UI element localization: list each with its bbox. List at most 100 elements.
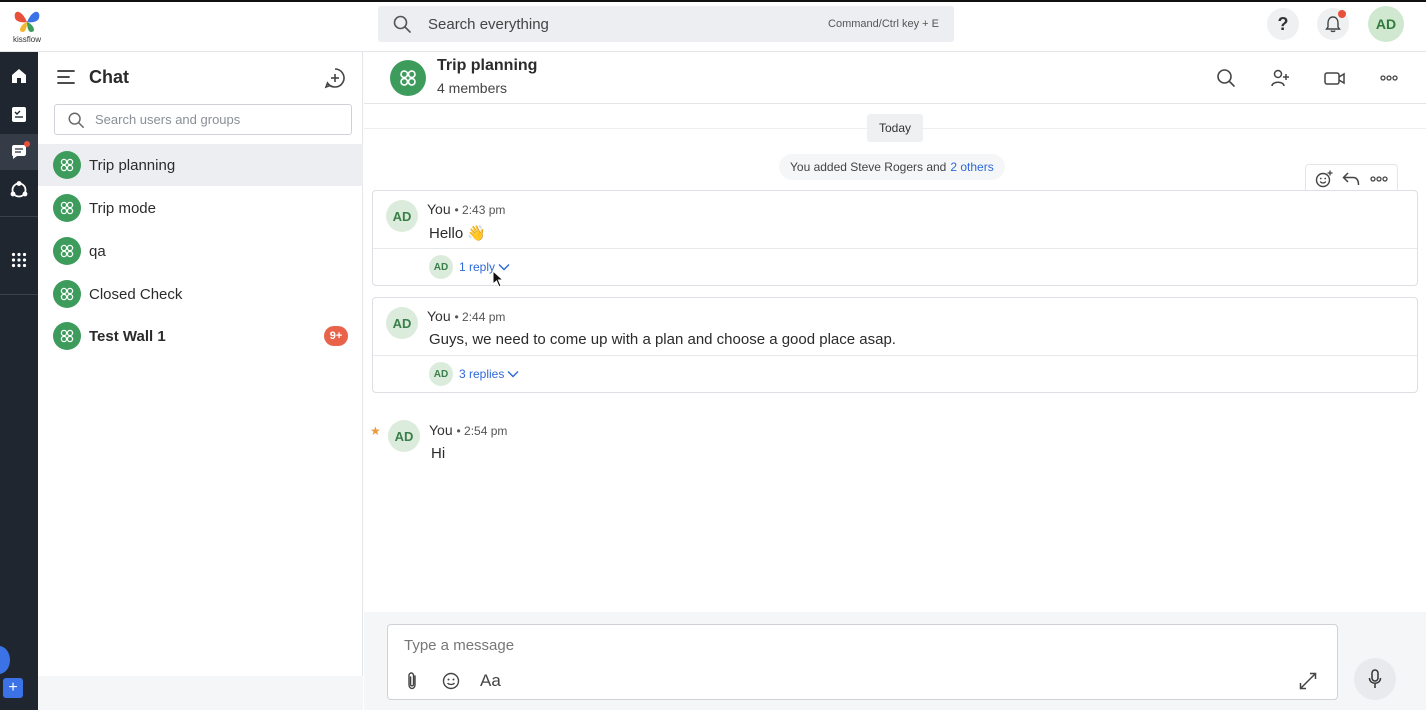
add-member-button[interactable] — [1268, 66, 1292, 90]
chat-item-trip-planning[interactable]: Trip planning — [38, 144, 363, 186]
thread-replies-row[interactable]: AD 3 replies — [373, 356, 1417, 392]
replies-count: 3 replies — [459, 367, 505, 381]
message-text: Guys, we need to come up with a plan and… — [429, 331, 896, 348]
chat-unread-dot — [24, 141, 30, 147]
group-icon — [60, 201, 74, 215]
rail-home[interactable] — [0, 58, 38, 94]
user-avatar[interactable]: AD — [1368, 6, 1404, 42]
video-call-button[interactable] — [1323, 66, 1347, 90]
others-link[interactable]: 2 others — [950, 160, 993, 174]
menu-icon[interactable] — [57, 69, 75, 85]
message-body: AD You • 2:44 pm Guys, we need to come u… — [373, 298, 1417, 356]
left-rail: + — [0, 52, 38, 710]
bell-icon — [1325, 16, 1341, 33]
member-count[interactable]: 4 members — [437, 80, 507, 96]
search-conversation-button[interactable] — [1214, 66, 1238, 90]
tasks-icon — [12, 107, 26, 122]
rail-tasks[interactable] — [0, 96, 38, 132]
chat-item-label: Trip planning — [89, 156, 176, 174]
logo-text: kissflow — [12, 35, 41, 44]
group-icon — [400, 70, 416, 86]
chat-item-trip-mode[interactable]: Trip mode — [38, 187, 363, 229]
search-icon — [68, 112, 84, 128]
message-card[interactable]: AD You • 2:44 pm Guys, we need to come u… — [372, 297, 1418, 393]
message-card[interactable]: AD You • 2:43 pm Hello 👋 AD 1 reply — [372, 190, 1418, 286]
rail-integrations[interactable] — [0, 172, 38, 208]
chat-item-label: Closed Check — [89, 285, 183, 303]
notifications-button[interactable] — [1317, 8, 1349, 40]
message-time: • 2:44 pm — [454, 310, 506, 324]
group-avatar — [53, 237, 81, 265]
help-button[interactable]: ? — [1267, 8, 1299, 40]
chat-search-placeholder: Search users and groups — [95, 112, 241, 127]
group-icon — [60, 287, 74, 301]
chevron-down-icon — [507, 371, 519, 378]
group-avatar — [53, 151, 81, 179]
message-body: AD You • 2:43 pm Hello 👋 — [373, 191, 1417, 249]
chat-panel-title: Chat — [89, 67, 129, 87]
global-search[interactable]: Search everything Command/Ctrl key + E — [378, 6, 954, 42]
chat-panel-header: Chat — [38, 52, 363, 102]
add-user-icon — [1271, 69, 1289, 87]
more-options-button[interactable] — [1377, 66, 1401, 90]
emoji-icon — [442, 672, 460, 690]
chat-item-test-wall-1[interactable]: Test Wall 1 9+ — [38, 315, 363, 357]
integrations-icon — [10, 181, 28, 198]
chat-item-label: Test Wall 1 — [89, 327, 166, 345]
group-icon — [60, 158, 74, 172]
sender-avatar[interactable]: AD — [386, 200, 418, 232]
message-sender: You • 2:44 pm — [427, 308, 505, 324]
chat-panel-footer — [38, 676, 363, 710]
sender-avatar[interactable]: AD — [388, 420, 420, 452]
video-camera-icon — [1324, 72, 1345, 85]
reply-icon[interactable] — [1342, 171, 1360, 187]
group-avatar — [53, 280, 81, 308]
search-icon — [393, 15, 411, 33]
chat-item-closed-check[interactable]: Closed Check — [38, 273, 363, 315]
rail-add-button[interactable]: + — [3, 678, 23, 698]
more-horizontal-icon — [1380, 75, 1398, 81]
message-time: • 2:43 pm — [454, 203, 506, 217]
group-avatar — [53, 194, 81, 222]
expand-icon — [1299, 672, 1317, 690]
chat-item-label: Trip mode — [89, 199, 156, 217]
message-composer[interactable]: Type a message Aa — [387, 624, 1338, 700]
emoji-button[interactable] — [442, 669, 460, 693]
attach-button[interactable] — [404, 669, 420, 693]
conversation-avatar[interactable] — [390, 60, 426, 96]
replies-link[interactable]: 3 replies — [459, 367, 519, 381]
chat-list-panel: Chat Search users and groups Trip planni… — [38, 52, 363, 710]
rail-apps[interactable] — [0, 242, 38, 278]
rail-chat[interactable] — [0, 134, 38, 170]
more-horizontal-icon[interactable] — [1370, 176, 1388, 182]
chat-item-qa[interactable]: qa — [38, 230, 363, 272]
sender-name[interactable]: You — [427, 201, 451, 217]
global-search-placeholder: Search everything — [428, 15, 549, 33]
kissflow-logo[interactable]: kissflow — [8, 6, 46, 48]
text-format-button[interactable]: Aa — [480, 669, 501, 693]
message-text: Hello 👋 — [429, 225, 487, 242]
date-divider: Today — [867, 114, 923, 142]
reply-avatar: AD — [429, 362, 453, 386]
notification-dot — [1338, 10, 1346, 18]
system-message: You added Steve Rogers and 2 others — [779, 154, 1005, 180]
sender-name[interactable]: You — [429, 422, 453, 438]
expand-composer-button[interactable] — [1299, 669, 1317, 693]
reply-avatar: AD — [429, 255, 453, 279]
mouse-cursor-icon — [492, 270, 504, 288]
thread-replies-row[interactable]: AD 1 reply — [373, 249, 1417, 285]
chat-search-input[interactable]: Search users and groups — [54, 104, 352, 135]
sender-name[interactable]: You — [427, 308, 451, 324]
conversation-title[interactable]: Trip planning — [437, 57, 537, 75]
new-chat-icon[interactable] — [324, 67, 346, 89]
home-icon — [12, 69, 26, 83]
message-input-placeholder[interactable]: Type a message — [404, 637, 514, 654]
sender-avatar[interactable]: AD — [386, 307, 418, 339]
conversation-area: Trip planning 4 members Today You added … — [364, 52, 1426, 710]
add-reaction-icon[interactable] — [1315, 170, 1333, 188]
group-icon — [60, 244, 74, 258]
paperclip-icon — [408, 672, 416, 690]
voice-message-button[interactable] — [1354, 658, 1396, 700]
search-shortcut-hint: Command/Ctrl key + E — [828, 18, 939, 30]
rail-profile-blob[interactable] — [0, 646, 10, 674]
